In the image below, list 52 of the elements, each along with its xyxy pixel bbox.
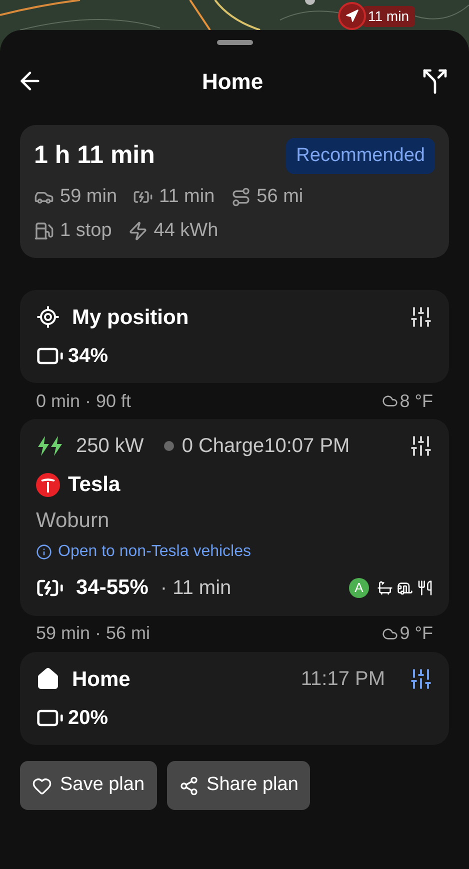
recommended-badge: Recommended: [286, 138, 435, 174]
brand-logo-icon: [36, 472, 60, 497]
share-button[interactable]: Share plan: [166, 761, 310, 810]
arrival-time: 11:17 PM: [300, 667, 385, 692]
info-icon: [36, 544, 52, 560]
battery-level: 20%: [68, 706, 108, 731]
stop-card[interactable]: Home 11:17 PM 20%: [20, 652, 449, 745]
arrival-time: 10:07 PM: [264, 434, 350, 459]
charger-power: 250 kW: [76, 434, 144, 459]
trailer-icon: [397, 580, 413, 596]
trip-stat: 59 min: [60, 184, 118, 208]
heart-icon: [32, 776, 52, 796]
cloud-icon: [382, 626, 398, 642]
marker-label: 11 min: [362, 6, 415, 26]
trip-stat: 44 kWh: [154, 219, 218, 243]
charge-range: 34-55%: [76, 575, 148, 601]
temperature: 8 °F: [400, 390, 433, 412]
route-icon: [230, 186, 251, 207]
cloud-icon: [382, 393, 398, 409]
navigation-arrow-icon: [345, 9, 359, 23]
charger-card[interactable]: 250 kW 0 Charge10:07 PM Tesla Woburn Open to non-Tesla vehicles 34-55% · 11 min A: [20, 419, 449, 616]
temperature: 9 °F: [400, 622, 433, 645]
settings-icon[interactable]: [409, 667, 433, 692]
window-title: Home: [202, 68, 264, 96]
location-icon: [36, 305, 60, 330]
amenity-badge: A: [349, 578, 369, 598]
leg-info: 0 min · 90 ft: [36, 390, 132, 412]
charger-name: Tesla: [68, 472, 120, 498]
leg-info: 59 min · 56 mi: [36, 622, 150, 645]
trip-duration: 1 h 11 min: [34, 140, 155, 171]
summary-card[interactable]: 1 h 11 min Recommended 59 min 11 min 56 mi 1 stop 44 kWh: [20, 125, 449, 258]
charger-city: Woburn: [36, 508, 110, 534]
stop-name: My position: [72, 304, 189, 330]
battery-level: 34%: [68, 344, 108, 369]
stop-card[interactable]: My position 34%: [20, 290, 449, 383]
trip-stat: 11 min: [159, 184, 215, 208]
restaurant-icon: [417, 580, 433, 596]
drag-handle[interactable]: [216, 40, 252, 45]
compatibility-note: Open to non-Tesla vehicles: [58, 542, 251, 562]
availability: 0 Charge: [182, 434, 264, 459]
settings-icon[interactable]: [409, 434, 433, 458]
trip-stat: 1 stop: [60, 219, 112, 243]
stop-name: Home: [72, 666, 130, 692]
charging-station-icon: [34, 221, 54, 242]
settings-icon[interactable]: [409, 305, 433, 330]
save-button[interactable]: Save plan: [20, 761, 157, 810]
fork-icon[interactable]: [421, 67, 449, 95]
trip-stat: 56 mi: [256, 184, 304, 208]
lightning-icon: [128, 221, 148, 242]
charge-time: · 11 min: [160, 576, 232, 601]
share-icon: [178, 776, 199, 796]
home-icon: [36, 667, 60, 692]
